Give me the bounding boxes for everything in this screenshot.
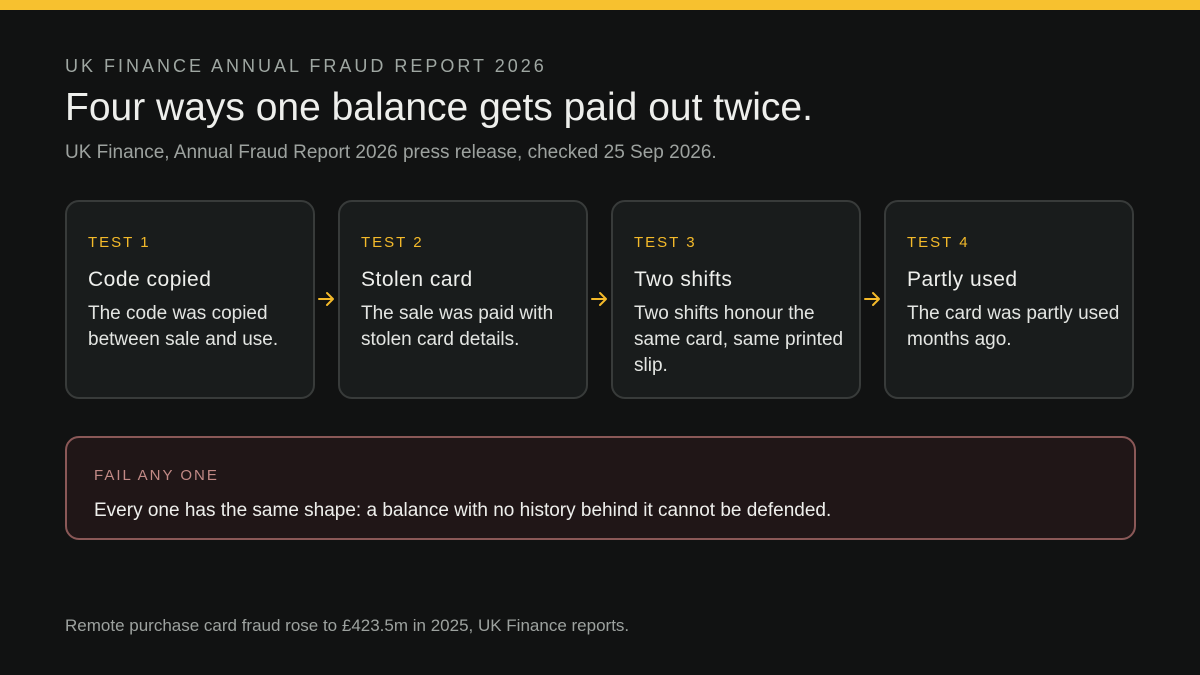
source-line: UK Finance, Annual Fraud Report 2026 pre… xyxy=(65,142,717,163)
top-accent-bar xyxy=(0,0,1200,10)
card-title: Code copied xyxy=(88,268,212,291)
card-body: The card was partly used months ago. xyxy=(907,303,1120,350)
test-card-3: TEST 3 Two shifts Two shifts honour the … xyxy=(611,200,861,399)
card-body: The code was copied between sale and use… xyxy=(88,303,279,350)
arrow-right-icon xyxy=(318,292,334,306)
footer-note: Remote purchase card fraud rose to £423.… xyxy=(65,616,630,635)
card-body: Two shifts honour the same card, same pr… xyxy=(634,303,844,376)
card-kicker: TEST 4 xyxy=(907,234,970,251)
arrow-right-icon xyxy=(864,292,880,306)
card-title: Two shifts xyxy=(634,268,733,291)
card-kicker: TEST 3 xyxy=(634,234,697,251)
card-kicker: TEST 1 xyxy=(88,234,151,251)
card-title: Stolen card xyxy=(361,268,473,291)
test-card-4: TEST 4 Partly used The card was partly u… xyxy=(884,200,1134,399)
card-kicker: TEST 2 xyxy=(361,234,424,251)
test-card-1: TEST 1 Code copied The code was copied b… xyxy=(65,200,315,399)
fail-any-one-callout: FAIL ANY ONE Every one has the same shap… xyxy=(65,436,1136,540)
arrow-right-icon xyxy=(591,292,607,306)
callout-text: Every one has the same shape: a balance … xyxy=(94,500,832,521)
test-card-2: TEST 2 Stolen card The sale was paid wit… xyxy=(338,200,588,399)
report-kicker: UK FINANCE ANNUAL FRAUD REPORT 2026 xyxy=(65,56,547,76)
card-body: The sale was paid with stolen card detai… xyxy=(361,303,554,350)
callout-kicker: FAIL ANY ONE xyxy=(94,467,219,484)
test-cards-row: TEST 1 Code copied The code was copied b… xyxy=(65,200,1136,400)
page-title: Four ways one balance gets paid out twic… xyxy=(65,86,813,129)
card-title: Partly used xyxy=(907,268,1018,291)
